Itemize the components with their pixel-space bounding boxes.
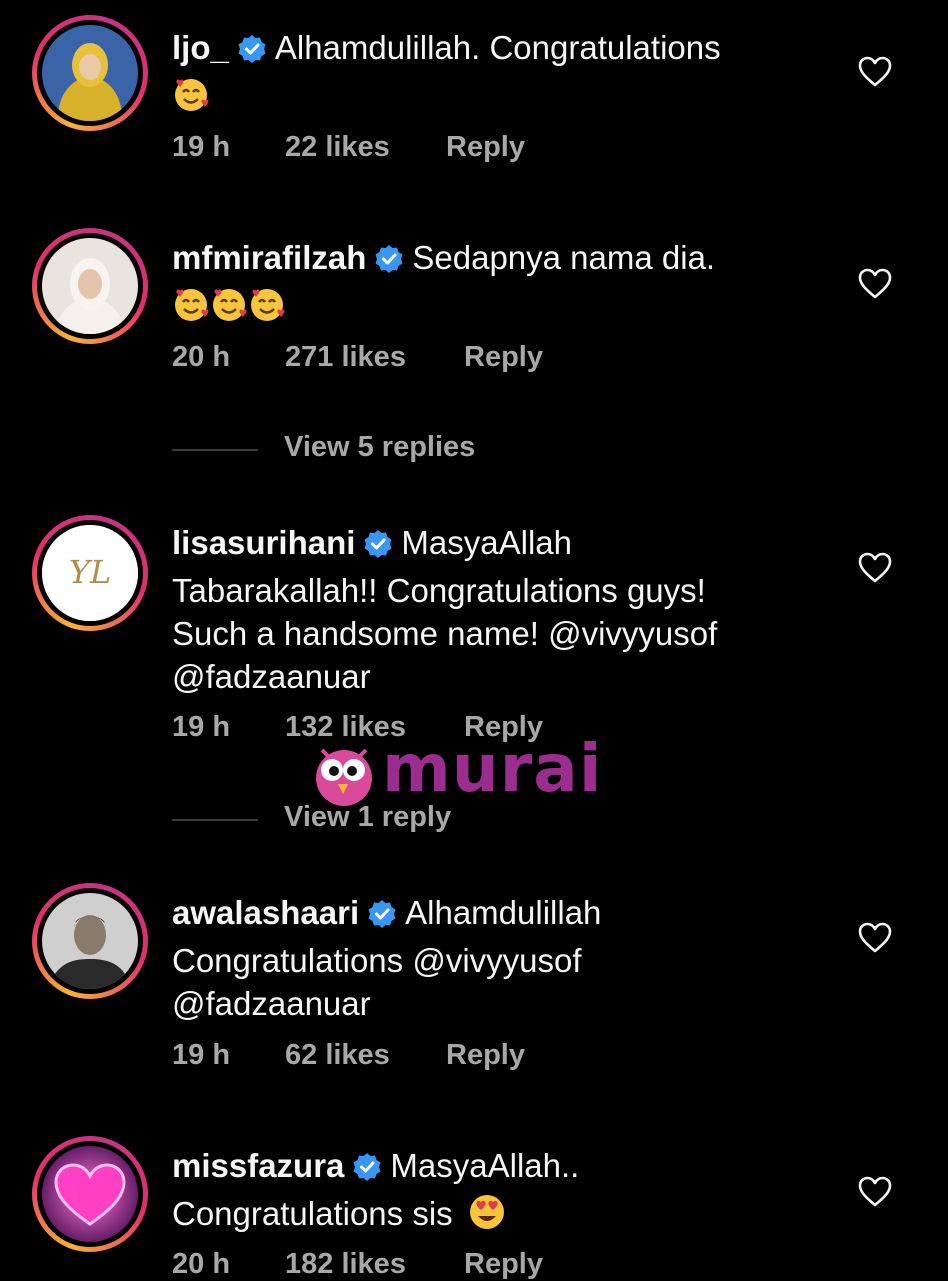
- comment-time: 20 h: [172, 341, 231, 373]
- username[interactable]: awalashaari: [172, 894, 359, 931]
- avatar-photo: YL: [42, 525, 138, 621]
- avatar-photo: [42, 1146, 138, 1242]
- comment-text-line: @fadzaanuar: [172, 985, 371, 1022]
- comment-text-line: Alhamdulillah: [405, 894, 602, 931]
- reply-button[interactable]: Reply: [464, 1248, 543, 1281]
- comment-time: 19 h: [172, 1039, 231, 1071]
- like-heart-icon[interactable]: [858, 268, 892, 300]
- comment-body: lisasurihani MasyaAllah Tabarakallah!! Co…: [172, 521, 832, 698]
- like-heart-icon[interactable]: [858, 1176, 892, 1208]
- username[interactable]: lisasurihani: [172, 524, 355, 561]
- comment-text-line: Congratulations sis: [172, 1195, 453, 1232]
- comment-body: ljo_ Alhamdulillah. Congratulations: [172, 26, 832, 117]
- avatar[interactable]: [32, 1136, 148, 1252]
- reply-button[interactable]: Reply: [446, 131, 525, 164]
- verified-badge-icon: [367, 896, 397, 939]
- comment-text: Alhamdulillah. Congratulations: [274, 29, 721, 66]
- reply-button[interactable]: Reply: [464, 341, 543, 374]
- likes-count[interactable]: 182 likes: [285, 1248, 406, 1281]
- smiling-face-with-hearts-icon: [172, 75, 210, 113]
- avatar[interactable]: YL: [32, 515, 148, 631]
- comment-text-line: Congratulations @vivyyusof: [172, 942, 582, 979]
- comment-text: Sedapnya nama dia.: [412, 239, 716, 276]
- avatar-photo: [42, 893, 138, 989]
- smiling-face-with-hearts-icon: [172, 285, 210, 323]
- divider: [172, 449, 258, 451]
- verified-badge-icon: [363, 526, 393, 569]
- divider: [172, 819, 258, 821]
- comment-body: missfazura MasyaAllah.. Congratulations s…: [172, 1144, 832, 1235]
- comment-text-line: MasyaAllah..: [390, 1147, 580, 1184]
- avatar-monogram: YL: [69, 553, 111, 591]
- watermark-brand: murai: [382, 730, 603, 807]
- like-heart-icon[interactable]: [858, 552, 892, 584]
- comment-time: 19 h: [172, 711, 231, 743]
- avatar[interactable]: [32, 15, 148, 131]
- like-heart-icon[interactable]: [858, 922, 892, 954]
- avatar-photo: [42, 25, 138, 121]
- username[interactable]: mfmirafilzah: [172, 239, 366, 276]
- like-heart-icon[interactable]: [858, 56, 892, 88]
- comment-body: awalashaari Alhamdulillah Congratulations…: [172, 891, 832, 1025]
- reply-button[interactable]: Reply: [446, 1039, 525, 1072]
- view-replies-label[interactable]: View 5 replies: [284, 431, 475, 464]
- heart-eyes-icon: [468, 1193, 506, 1231]
- likes-count[interactable]: 62 likes: [285, 1039, 390, 1072]
- avatar[interactable]: [32, 883, 148, 999]
- comment-time: 19 h: [172, 131, 231, 163]
- comment-time: 20 h: [172, 1248, 231, 1280]
- comment-body: mfmirafilzah Sedapnya nama dia.: [172, 236, 832, 327]
- murai-watermark: murai: [310, 730, 601, 812]
- likes-count[interactable]: 22 likes: [285, 131, 390, 164]
- comment-text-line: Tabarakallah!! Congratulations guys!: [172, 572, 706, 609]
- smiling-face-with-hearts-icon: [248, 285, 286, 323]
- verified-badge-icon: [352, 1149, 382, 1192]
- smiling-face-with-hearts-icon: [210, 285, 248, 323]
- username[interactable]: missfazura: [172, 1147, 344, 1184]
- comment-text-line: Such a handsome name! @vivyyusof: [172, 615, 718, 652]
- comment-text-line: MasyaAllah: [401, 524, 572, 561]
- avatar-photo: [42, 238, 138, 334]
- username[interactable]: ljo_: [172, 29, 229, 66]
- verified-badge-icon: [237, 31, 267, 74]
- likes-count[interactable]: 271 likes: [285, 341, 406, 374]
- comment-text-line: @fadzaanuar: [172, 658, 371, 695]
- verified-badge-icon: [374, 241, 404, 284]
- avatar[interactable]: [32, 228, 148, 344]
